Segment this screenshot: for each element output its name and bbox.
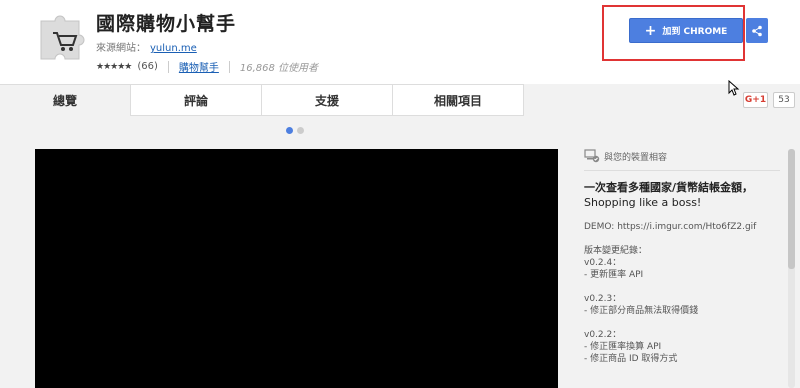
- user-count: 16,868 位使用者: [239, 63, 319, 74]
- tab-label: 評論: [183, 93, 208, 108]
- divider: [167, 60, 169, 73]
- rating-count[interactable]: (66): [137, 61, 158, 72]
- tab-label: 總覽: [52, 94, 77, 108]
- share-icon: [752, 25, 762, 36]
- carousel-dots: [286, 127, 304, 134]
- source-row: 來源網站： yulun.me: [96, 39, 197, 54]
- carousel-dot[interactable]: [297, 127, 304, 134]
- add-to-chrome-button[interactable]: + 加到 CHROME: [629, 18, 743, 43]
- carousel-dot[interactable]: [286, 127, 293, 134]
- add-button-label: 加到 CHROME: [662, 27, 728, 37]
- gplus-count: 53: [773, 92, 795, 108]
- video-player[interactable]: [35, 149, 558, 388]
- header: 國際購物小幫手 來源網站： yulun.me ★★★★★ (66) 購物幫手 16…: [0, 0, 800, 84]
- gplus-button[interactable]: G+1: [743, 92, 768, 108]
- meta-row: ★★★★★ (66) 購物幫手 16,868 位使用者: [96, 59, 318, 74]
- tab-related[interactable]: 相關項目: [393, 84, 524, 116]
- changelog-text: 版本變更紀錄： v0.2.4： - 更新匯率 API v0.2.3： - 修正部…: [584, 246, 699, 364]
- tab-overview[interactable]: 總覽: [0, 84, 131, 116]
- demo-text: DEMO: https://i.imgur.com/Hto6fZ2.gif: [584, 222, 757, 232]
- tab-label: 相關項目: [433, 93, 482, 108]
- description-title: 一次查看多種國家/貨幣結帳金額，: [584, 181, 754, 194]
- plus-icon: +: [644, 22, 657, 39]
- source-label: 來源網站：: [96, 43, 146, 54]
- share-button[interactable]: [746, 18, 768, 43]
- rating-stars[interactable]: ★★★★★: [96, 62, 132, 72]
- source-link[interactable]: yulun.me: [150, 43, 197, 54]
- compat-notice: 與您的裝置相容: [584, 149, 667, 163]
- extension-title: 國際購物小幫手: [96, 13, 237, 35]
- description-subtitle: Shopping like a boss!: [584, 196, 702, 209]
- compat-icon: [584, 149, 600, 163]
- tab-support[interactable]: 支援: [262, 84, 393, 116]
- cursor-icon: [728, 80, 740, 96]
- tab-reviews[interactable]: 評論: [131, 84, 262, 116]
- divider: [584, 170, 780, 171]
- category-link[interactable]: 購物幫手: [179, 59, 219, 74]
- scrollbar-thumb[interactable]: [788, 149, 795, 269]
- tab-bar: 總覽 評論 支援 相關項目: [0, 84, 524, 116]
- compat-text: 與您的裝置相容: [604, 152, 668, 163]
- tab-label: 支援: [314, 93, 339, 108]
- divider: [228, 60, 230, 73]
- puzzle-cart-icon: [40, 15, 85, 60]
